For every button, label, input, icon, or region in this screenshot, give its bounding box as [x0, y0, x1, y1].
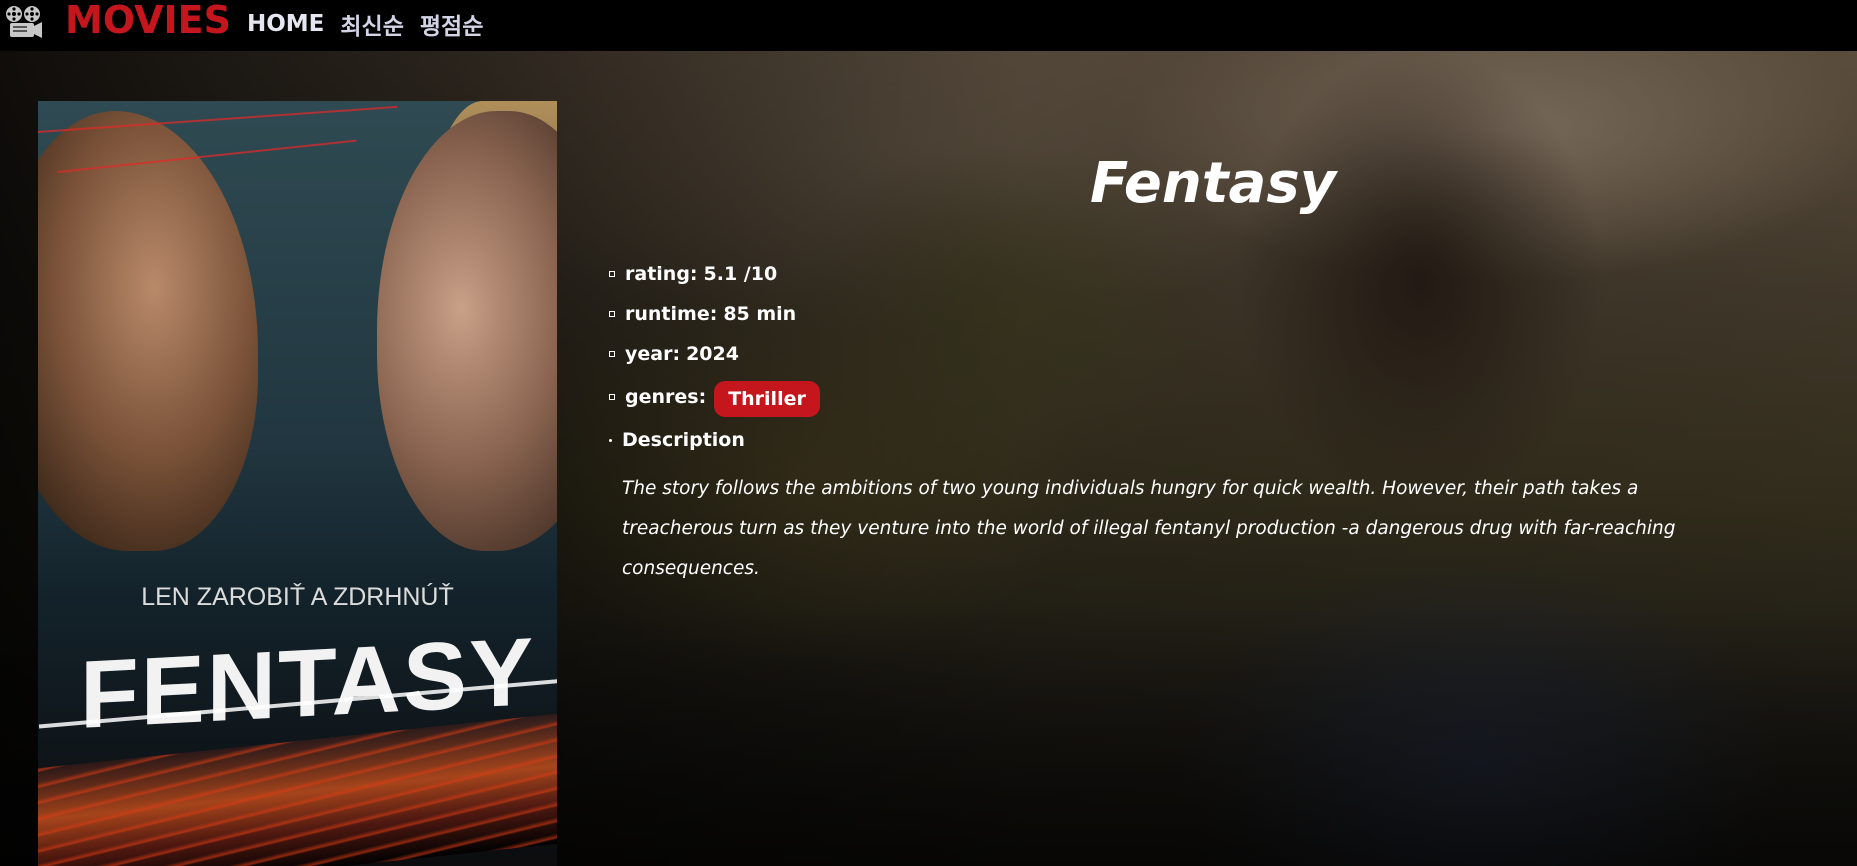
- rating-value: 5.1 /10: [703, 263, 778, 285]
- nav-link-latest[interactable]: 최신순: [340, 7, 403, 41]
- movie-description: The story follows the ambitions of two y…: [622, 478, 1676, 579]
- meta-genres: genres: Thriller: [607, 374, 820, 420]
- runtime-value: 85 min: [723, 303, 797, 325]
- nav-link-top-rated[interactable]: 평점순: [420, 7, 483, 41]
- meta-year: year: 2024: [607, 334, 820, 374]
- rating-label: rating:: [625, 263, 698, 285]
- movie-title: Fentasy: [1090, 151, 1337, 216]
- list-bullet: [609, 311, 615, 317]
- genre-badge[interactable]: Thriller: [714, 381, 820, 417]
- nav-link-home[interactable]: HOME: [247, 11, 324, 37]
- poster-tagline: LEN ZAROBIŤ A ZDRHNÚŤ: [141, 583, 454, 611]
- runtime-label: runtime:: [625, 303, 718, 325]
- movie-detail-hero: LEN ZAROBIŤ A ZDRHNÚŤ FENTASY Fentasy ra…: [0, 51, 1857, 866]
- film-reel-icon[interactable]: [3, 4, 45, 44]
- top-navbar: MOVIES HOME 최신순 평점순: [0, 0, 1857, 51]
- meta-description-heading: Description: [607, 420, 820, 460]
- year-label: year:: [625, 343, 681, 365]
- brand-logo-text[interactable]: MOVIES: [65, 0, 231, 42]
- genres-label: genres:: [625, 386, 707, 408]
- poster-figure-right: [377, 111, 557, 551]
- list-bullet: [609, 271, 615, 277]
- movie-poster[interactable]: LEN ZAROBIŤ A ZDRHNÚŤ FENTASY: [38, 101, 557, 866]
- poster-figure-left: [38, 111, 258, 551]
- list-bullet: [609, 351, 615, 357]
- meta-rating: rating: 5.1 /10: [607, 254, 820, 294]
- list-bullet: [609, 394, 615, 400]
- list-bullet: [609, 438, 612, 442]
- year-value: 2024: [686, 343, 739, 365]
- description-label: Description: [622, 429, 745, 451]
- movie-meta-list: rating: 5.1 /10 runtime: 85 min year: 20…: [607, 254, 820, 460]
- meta-runtime: runtime: 85 min: [607, 294, 820, 334]
